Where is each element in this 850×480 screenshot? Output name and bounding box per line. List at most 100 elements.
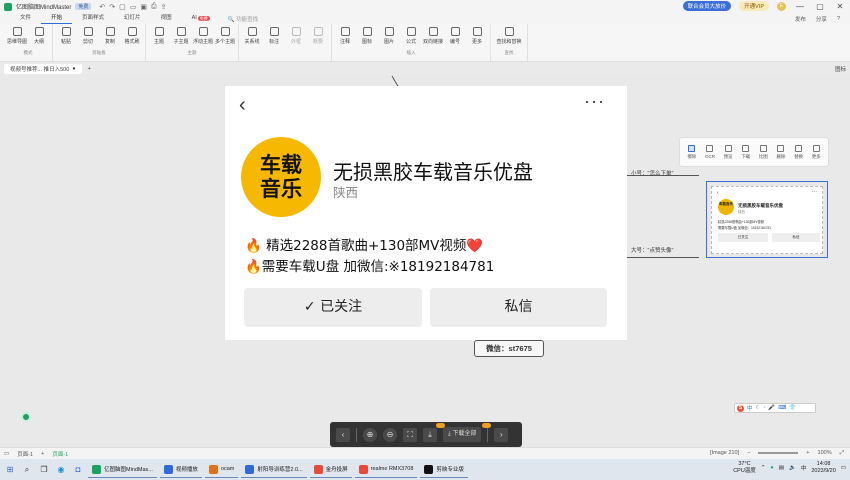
volume-icon[interactable]: 🔈 xyxy=(789,465,796,471)
open-vip-button[interactable]: 开通VIP xyxy=(739,1,769,11)
floating-topic-button[interactable]: 浮动主题 xyxy=(193,27,213,45)
taskbar-app-mindmaster[interactable]: 亿图脑图MindMas... xyxy=(88,461,157,478)
page-panel-icon[interactable]: ▭ xyxy=(4,451,9,457)
maximize-icon[interactable]: ▢ xyxy=(814,2,826,11)
zoom-level[interactable]: 100% xyxy=(818,450,832,457)
copy-button[interactable]: 复制 xyxy=(100,27,120,45)
ime-moon-icon[interactable]: ☾ xyxy=(756,405,761,411)
download-icon[interactable]: ⤓ xyxy=(423,427,437,442)
tab-slides[interactable]: 幻灯片 xyxy=(114,13,151,24)
image-button[interactable]: 图片 xyxy=(379,27,399,45)
ime-skin-icon[interactable]: 👕 xyxy=(789,405,796,411)
back-arrow-icon[interactable]: ‹ xyxy=(239,95,246,115)
more-tool[interactable]: 更多 xyxy=(812,144,821,160)
replace-tool[interactable]: 替换 xyxy=(794,144,803,160)
next-image-icon[interactable]: › xyxy=(494,427,509,442)
tray-expand-icon[interactable]: ⌃ xyxy=(761,465,766,471)
clock[interactable]: 14:08 2023/9/20 xyxy=(811,461,835,475)
zoom-out-icon[interactable]: − xyxy=(747,450,750,457)
zoom-in-icon[interactable]: ⊕ xyxy=(363,427,377,442)
more-options-icon[interactable]: ··· xyxy=(584,91,605,112)
icon-button[interactable]: 图标 xyxy=(357,27,377,45)
taskbar-app-training[interactable]: 射阳导训练营2.0... xyxy=(241,461,307,478)
download-tool[interactable]: 下载 xyxy=(741,144,750,160)
taskbar-app-screencast[interactable]: 金舟投屏 xyxy=(309,461,352,478)
search-icon[interactable]: ⌕ xyxy=(20,463,34,477)
zoom-out-icon[interactable]: ⊖ xyxy=(383,427,397,442)
mindmap-mode-button[interactable]: 思维导图 xyxy=(7,27,27,45)
app-pinned-icon[interactable]: ◘ xyxy=(71,463,85,477)
new-file-icon[interactable]: ▢ xyxy=(119,3,126,11)
page-selector[interactable]: 页面-1 xyxy=(17,450,33,458)
undo-icon[interactable]: ↶ xyxy=(99,3,105,11)
network-icon[interactable]: ▤ xyxy=(779,465,784,471)
message-button[interactable]: 私信 xyxy=(430,288,607,327)
subtopic-button[interactable]: 子主题 xyxy=(171,27,191,45)
minimize-icon[interactable]: — xyxy=(794,2,806,11)
download-all-button[interactable]: ⤓ 下载全部 xyxy=(443,427,482,442)
relationship-button[interactable]: 关系线 xyxy=(242,27,262,45)
multiple-topics-button[interactable]: 多个主题 xyxy=(215,27,235,45)
bidirectional-link-button[interactable]: 双向链接 xyxy=(423,27,443,45)
print-icon[interactable]: ⎙ xyxy=(151,3,157,11)
task-view-icon[interactable]: ❐ xyxy=(37,463,51,477)
numbering-button[interactable]: 编号 xyxy=(445,27,465,45)
wechat-tray-icon[interactable]: ● xyxy=(770,465,773,471)
membership-promo-button[interactable]: 联合会员大放价 xyxy=(682,1,732,11)
formula-button[interactable]: 公式 xyxy=(401,27,421,45)
outline-mode-button[interactable]: 大纲 xyxy=(29,27,49,45)
paste-button[interactable]: 粘贴 xyxy=(56,27,76,45)
topic-small-account[interactable]: 小号："怎么下单" xyxy=(631,169,673,177)
compare-tool[interactable]: 比图 xyxy=(759,144,768,160)
icon-panel-toggle[interactable]: 图标 xyxy=(835,65,846,73)
page-tab[interactable]: 页面-1 xyxy=(52,450,68,458)
ime-tray-icon[interactable]: 中 xyxy=(801,464,807,472)
summary-button[interactable]: 概要 xyxy=(308,27,328,45)
notification-icon[interactable]: ▭ xyxy=(841,465,846,471)
wechat-topic-node[interactable]: 微信：st7675 xyxy=(474,340,544,357)
add-page-icon[interactable]: + xyxy=(41,451,44,457)
tab-file[interactable]: 文件 xyxy=(10,13,41,24)
ime-mic-icon[interactable]: 🎤 xyxy=(768,405,775,411)
followed-button[interactable]: ✓ 已关注 xyxy=(244,288,422,327)
delete-tool[interactable]: 删除 xyxy=(776,144,785,160)
fullscreen-icon[interactable]: ⛶ xyxy=(403,427,417,442)
preview-tool[interactable]: 预览 xyxy=(724,144,733,160)
publish-button[interactable]: 发布 xyxy=(795,15,806,23)
user-avatar[interactable]: E xyxy=(777,1,786,11)
zoom-slider[interactable] xyxy=(758,452,799,454)
prev-image-icon[interactable]: ‹ xyxy=(336,427,350,442)
export-icon[interactable]: ⇪ xyxy=(161,3,167,11)
edge-browser-icon[interactable]: ◉ xyxy=(54,463,68,477)
taskbar-app-video[interactable]: 视频播放 xyxy=(159,461,202,478)
topic-main-account[interactable]: 大号："点赞头像" xyxy=(631,246,673,254)
note-button[interactable]: 注释 xyxy=(335,27,355,45)
boundary-button[interactable]: 外框 xyxy=(286,27,306,45)
topic-button[interactable]: 主题 xyxy=(149,27,169,45)
open-file-icon[interactable]: ▭ xyxy=(130,3,137,11)
save-icon[interactable]: ▣ xyxy=(140,3,147,11)
taskbar-app-realme[interactable]: realme RMX3708 xyxy=(354,461,418,478)
cpu-temp-widget[interactable]: 37°C CPU温度 xyxy=(733,461,756,475)
cut-button[interactable]: 剪切 xyxy=(78,27,98,45)
assistant-float-icon[interactable] xyxy=(21,412,31,422)
share-button[interactable]: 分享 xyxy=(816,15,827,23)
tab-page-style[interactable]: 页面样式 xyxy=(72,13,114,24)
feature-search-input[interactable]: 🔍 功能查找 xyxy=(228,15,258,23)
zoom-in-icon[interactable]: + xyxy=(806,450,809,457)
erase-tool[interactable]: 擦除 xyxy=(687,144,696,160)
tab-ai[interactable]: AI 免费 xyxy=(182,13,220,24)
input-method-bar[interactable]: S 中 ☾ ◦ 🎤 ⌨ 👕 xyxy=(734,403,816,413)
ime-chinese-icon[interactable]: 中 xyxy=(747,404,753,412)
taskbar-app-ocam[interactable]: ocam xyxy=(204,461,239,478)
tab-home[interactable]: 开始 xyxy=(41,13,73,24)
taskbar-app-capcut[interactable]: 剪映专业版 xyxy=(420,461,468,478)
document-tab[interactable]: 视频号推荐... 推日入500 ● xyxy=(4,63,82,74)
tab-view[interactable]: 视图 xyxy=(151,13,182,24)
tab-close-icon[interactable]: ● xyxy=(72,66,75,72)
close-icon[interactable]: ✕ xyxy=(834,2,846,11)
find-replace-button[interactable]: 查找和替换 xyxy=(494,27,524,45)
ime-keyboard-icon[interactable]: ⌨ xyxy=(778,405,786,411)
more-button[interactable]: 更多 xyxy=(467,27,487,45)
format-painter-button[interactable]: 格式刷 xyxy=(122,27,142,45)
